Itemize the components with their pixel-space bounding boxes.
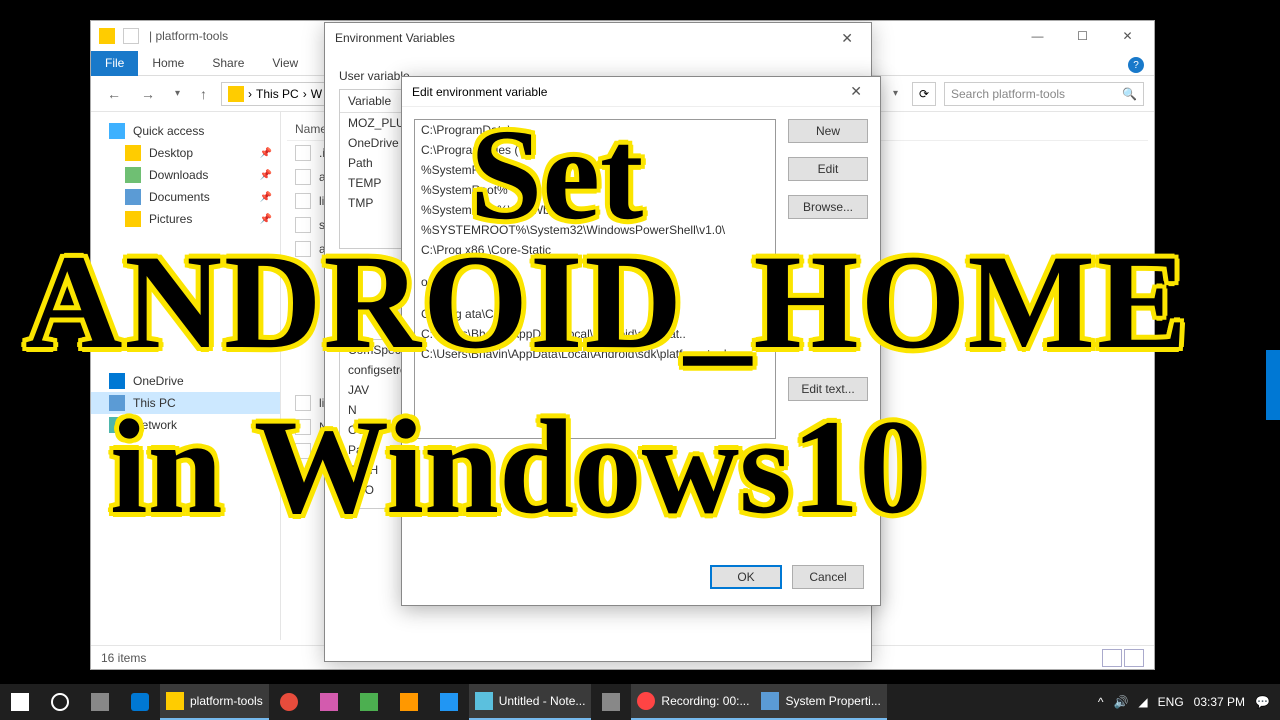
close-icon[interactable]: ✕ bbox=[833, 30, 861, 47]
task-view-button[interactable] bbox=[80, 684, 120, 720]
breadcrumb[interactable]: This PC bbox=[256, 87, 299, 101]
app-icon bbox=[123, 28, 139, 44]
refresh-button[interactable]: ⟳ bbox=[912, 82, 936, 106]
close-icon[interactable]: ✕ bbox=[842, 83, 870, 100]
wifi-icon[interactable]: ◢ bbox=[1138, 695, 1147, 709]
sidebar-item-downloads[interactable]: Downloads📌 bbox=[91, 164, 280, 186]
up-button[interactable]: ↑ bbox=[194, 86, 213, 102]
tray-chevron-icon[interactable]: ^ bbox=[1098, 695, 1104, 709]
taskbar-pin[interactable] bbox=[591, 684, 631, 720]
taskbar-app[interactable]: Recording: 00:... bbox=[631, 684, 755, 720]
browse-button[interactable]: Browse... bbox=[788, 195, 868, 219]
icons-view-button[interactable] bbox=[1124, 649, 1144, 667]
language-indicator[interactable]: ENG bbox=[1158, 695, 1184, 709]
dialog-title: Environment Variables bbox=[335, 31, 833, 45]
edit-button[interactable]: Edit bbox=[788, 157, 868, 181]
item-count: 16 items bbox=[101, 651, 146, 665]
details-view-button[interactable] bbox=[1102, 649, 1122, 667]
taskbar-pin[interactable] bbox=[349, 684, 389, 720]
notifications-icon[interactable]: 💬 bbox=[1255, 695, 1270, 709]
new-button[interactable]: New bbox=[788, 119, 868, 143]
address-dropdown[interactable]: ▾ bbox=[887, 88, 904, 99]
taskbar: platform-tools Untitled - Note... Record… bbox=[0, 684, 1280, 720]
system-tray[interactable]: ^ 🔊 ◢ ENG 03:37 PM 💬 bbox=[1088, 695, 1280, 709]
forward-button[interactable]: → bbox=[135, 86, 161, 102]
dialog-title: Edit environment variable bbox=[412, 85, 842, 99]
maximize-button[interactable]: ☐ bbox=[1060, 22, 1105, 50]
taskbar-pin[interactable] bbox=[389, 684, 429, 720]
column-header[interactable]: Name bbox=[295, 122, 327, 136]
sidebar-item-documents[interactable]: Documents📌 bbox=[91, 186, 280, 208]
minimize-button[interactable]: — bbox=[1015, 22, 1060, 50]
file-tab[interactable]: File bbox=[91, 51, 138, 76]
side-tab[interactable] bbox=[1266, 350, 1280, 420]
back-button[interactable]: ← bbox=[101, 86, 127, 102]
taskbar-app[interactable]: platform-tools bbox=[160, 684, 269, 720]
folder-icon bbox=[228, 86, 244, 102]
taskbar-pin[interactable] bbox=[309, 684, 349, 720]
network-icon[interactable]: 🔊 bbox=[1113, 695, 1128, 709]
cortana-button[interactable] bbox=[40, 684, 80, 720]
view-tab[interactable]: View bbox=[258, 52, 312, 74]
help-icon[interactable]: ? bbox=[1128, 57, 1144, 73]
edge-button[interactable] bbox=[120, 684, 160, 720]
clock[interactable]: 03:37 PM bbox=[1194, 695, 1245, 709]
sidebar-item-desktop[interactable]: Desktop📌 bbox=[91, 142, 280, 164]
taskbar-app[interactable]: System Properti... bbox=[755, 684, 886, 720]
history-dropdown[interactable]: ▾ bbox=[169, 88, 186, 99]
overlay-text: in Windows10 bbox=[110, 390, 927, 545]
close-button[interactable]: ✕ bbox=[1105, 22, 1150, 50]
cancel-button[interactable]: Cancel bbox=[792, 565, 864, 589]
ok-button[interactable]: OK bbox=[710, 565, 782, 589]
taskbar-app[interactable]: Untitled - Note... bbox=[469, 684, 592, 720]
start-button[interactable] bbox=[0, 684, 40, 720]
breadcrumb[interactable]: W bbox=[311, 87, 322, 101]
overlay-text: ANDROID_HOME bbox=[25, 225, 1189, 380]
search-input[interactable]: Search platform-tools 🔍 bbox=[944, 82, 1144, 106]
taskbar-pin[interactable] bbox=[269, 684, 309, 720]
quick-access[interactable]: Quick access bbox=[91, 120, 280, 142]
taskbar-pin[interactable] bbox=[429, 684, 469, 720]
share-tab[interactable]: Share bbox=[198, 52, 258, 74]
home-tab[interactable]: Home bbox=[138, 52, 198, 74]
folder-icon bbox=[99, 28, 115, 44]
